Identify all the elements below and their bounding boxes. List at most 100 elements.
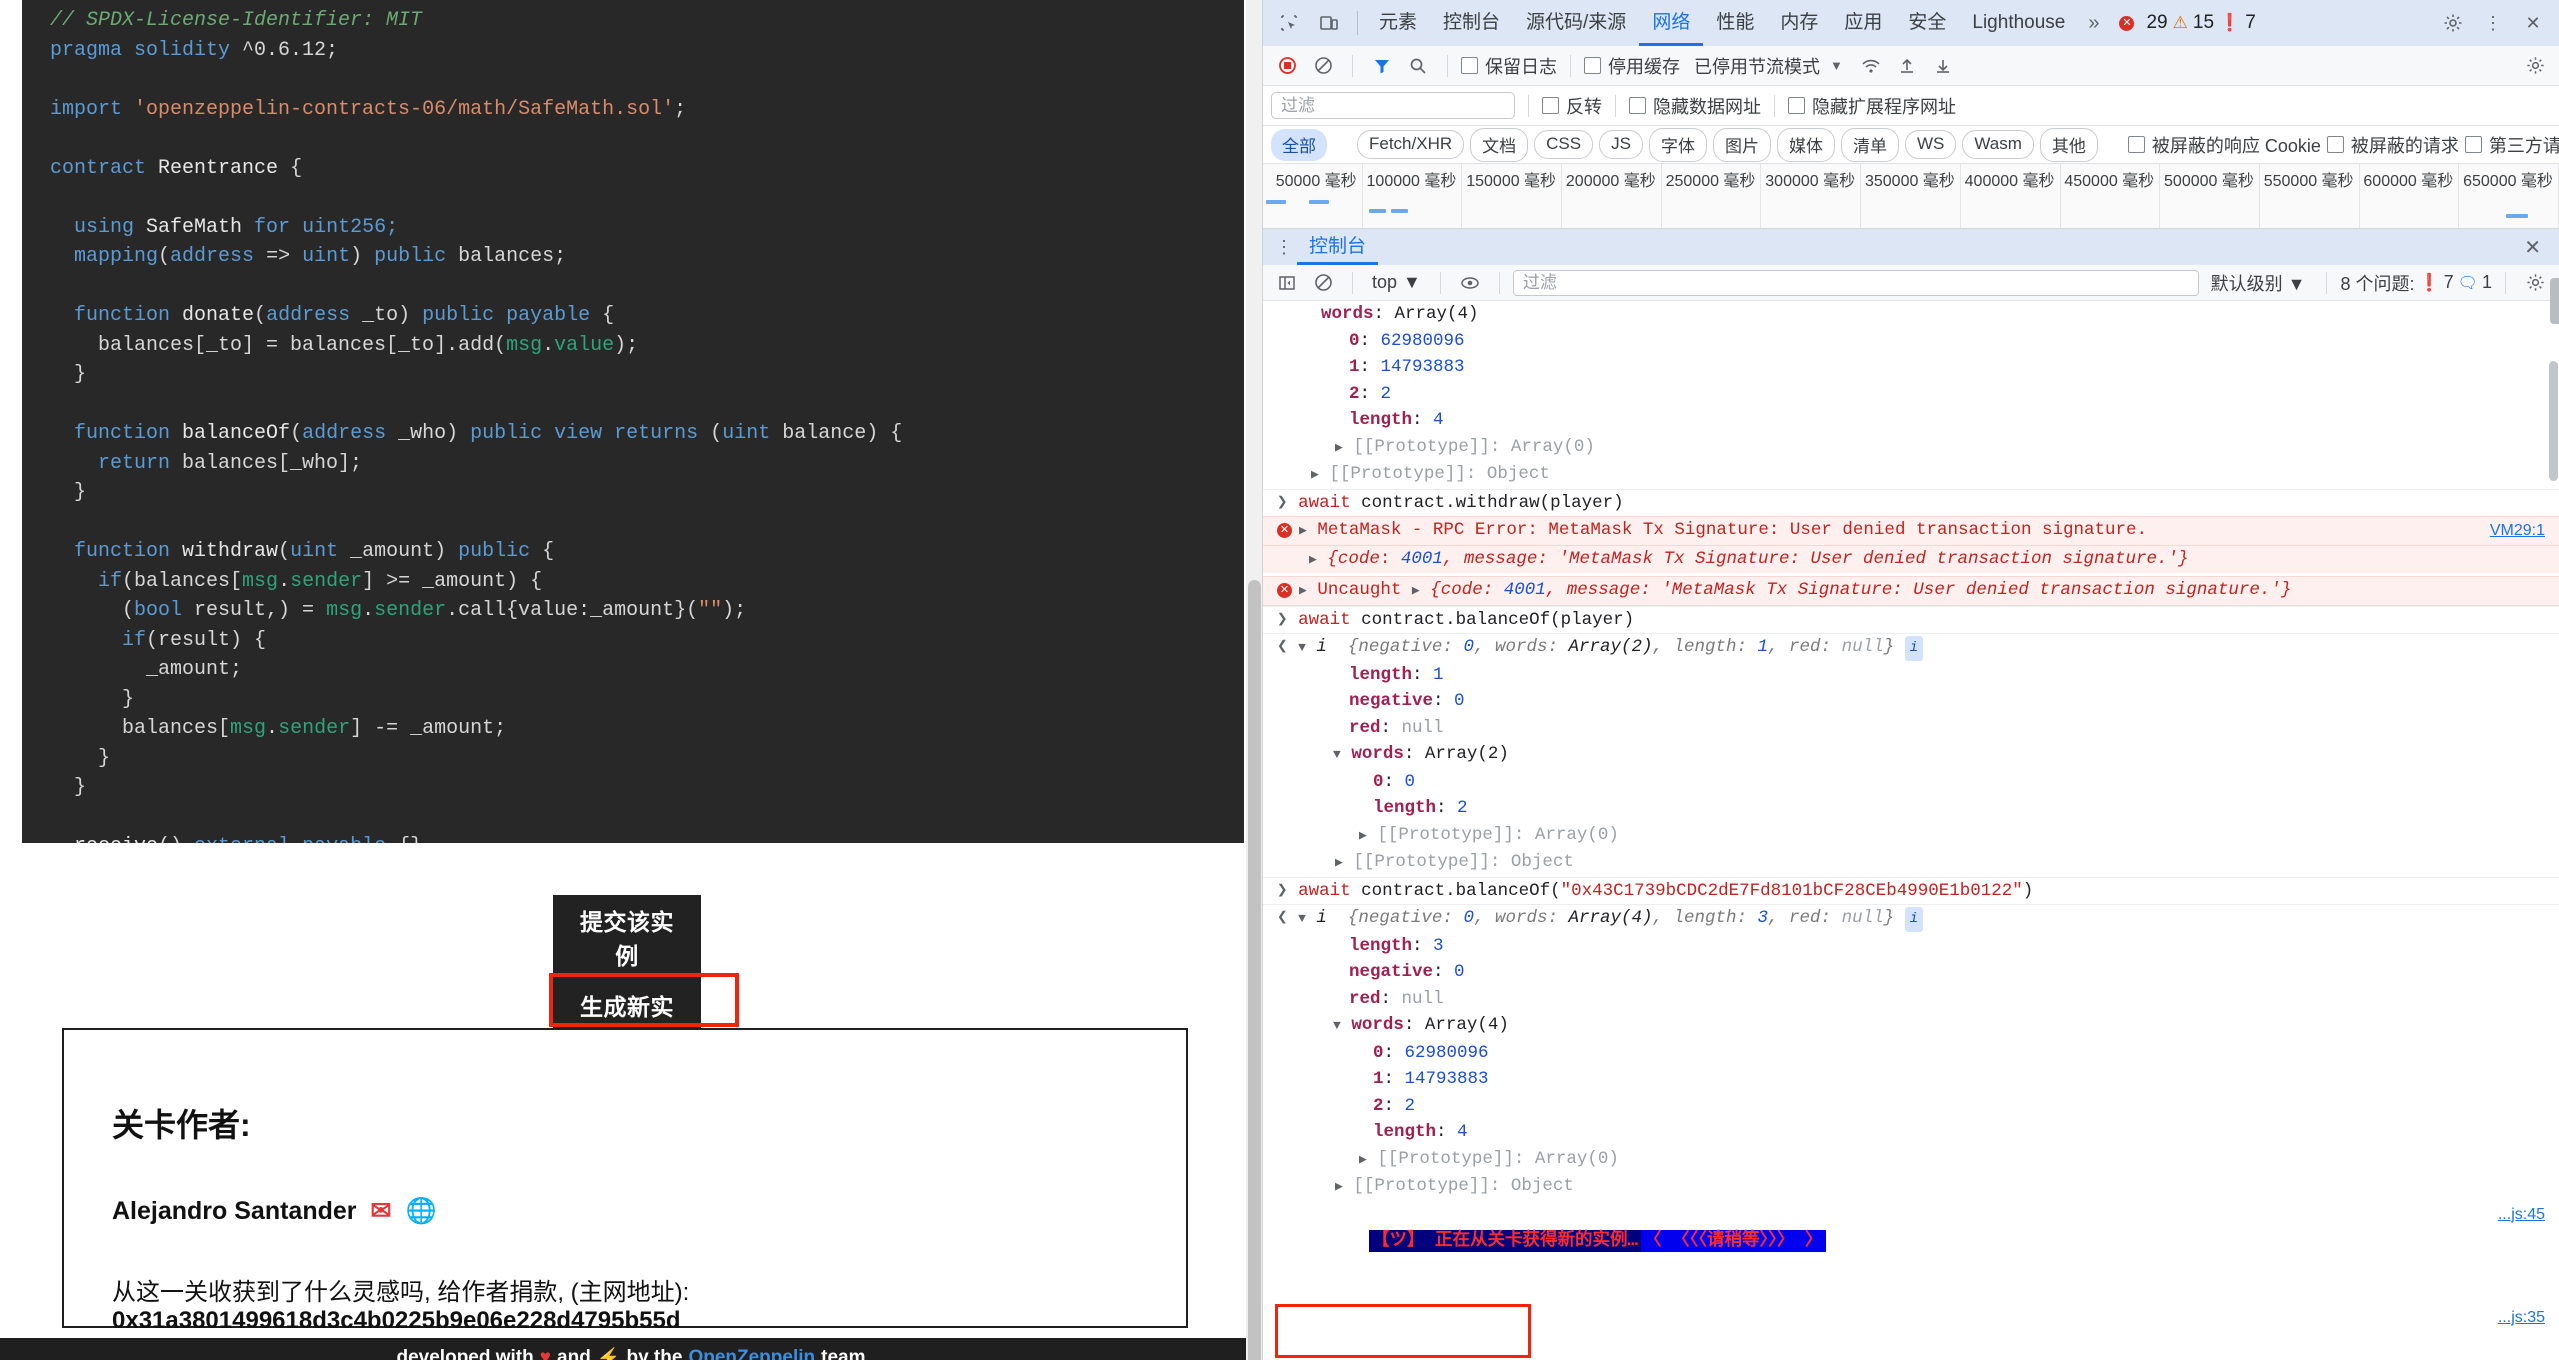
tab-performance[interactable]: 性能 bbox=[1703, 0, 1767, 46]
openzeppelin-link[interactable]: OpenZeppelin bbox=[688, 1347, 815, 1360]
info-badge-icon[interactable]: i bbox=[1904, 636, 1924, 661]
log-row[interactable]: ▶ [[Prototype]]: Array(0) bbox=[1263, 822, 2559, 850]
chevron-down-icon[interactable]: ▼ bbox=[1830, 58, 1843, 73]
type-chip-doc[interactable]: 文档 bbox=[1470, 127, 1529, 162]
more-tabs-icon[interactable]: » bbox=[2078, 12, 2109, 35]
third-party-box[interactable] bbox=[2464, 136, 2482, 153]
network-conditions-icon[interactable] bbox=[1855, 51, 1887, 81]
submit-instance-button[interactable]: 提交该实例 bbox=[553, 895, 701, 980]
sidebar-toggle-icon[interactable] bbox=[1271, 268, 1303, 298]
hide-extension-urls-checkbox[interactable]: 隐藏扩展程序网址 bbox=[1788, 93, 1956, 119]
tab-network[interactable]: 网络 bbox=[1639, 0, 1703, 46]
type-chip-other[interactable]: 其他 bbox=[2039, 127, 2098, 162]
blocked-cookies-box[interactable] bbox=[2127, 136, 2145, 153]
drawer-tab-console[interactable]: 控制台 bbox=[1297, 229, 1378, 265]
export-har-icon[interactable] bbox=[1927, 51, 1959, 81]
blocked-cookies-checkbox[interactable]: 被屏蔽的响应 Cookie bbox=[2127, 132, 2321, 158]
close-icon[interactable]: ✕ bbox=[2515, 6, 2551, 40]
drawer-more-options-icon[interactable]: ⋮ bbox=[1271, 237, 1297, 258]
tab-sources[interactable]: 源代码/来源 bbox=[1513, 0, 1639, 46]
network-settings-gear-icon[interactable] bbox=[2519, 51, 2551, 81]
log-row[interactable]: ▶ [[Prototype]]: Array(0) bbox=[1263, 434, 2559, 462]
mail-icon[interactable]: ✉ bbox=[371, 1196, 392, 1226]
type-chip-img[interactable]: 图片 bbox=[1712, 127, 1771, 162]
disable-cache-box[interactable] bbox=[1584, 57, 1601, 74]
tab-console[interactable]: 控制台 bbox=[1430, 0, 1513, 46]
search-icon[interactable] bbox=[1402, 51, 1434, 81]
record-stop-icon[interactable] bbox=[1271, 51, 1303, 81]
log-row[interactable]: ▼ words: Array(4) bbox=[1263, 1012, 2559, 1040]
throttling-label[interactable]: 已停用节流模式 bbox=[1694, 53, 1820, 79]
type-chip-css[interactable]: CSS bbox=[1534, 130, 1594, 159]
code-token: _to bbox=[362, 304, 399, 327]
log-row[interactable]: ▼ words: Array(2) bbox=[1263, 741, 2559, 769]
tab-memory[interactable]: 内存 bbox=[1767, 0, 1831, 46]
console-log-list[interactable]: words: Array(4) 0: 62980096 1: 14793883 … bbox=[1263, 301, 2559, 1360]
invert-box[interactable] bbox=[1542, 97, 1559, 114]
hide-data-urls-box[interactable] bbox=[1629, 97, 1646, 114]
type-chip-font[interactable]: 字体 bbox=[1648, 127, 1707, 162]
tab-lighthouse[interactable]: Lighthouse bbox=[1959, 0, 2078, 46]
network-timeline-overview[interactable]: 50000 毫秒 100000 毫秒 150000 毫秒 200000 毫秒 25000… bbox=[1263, 164, 2559, 229]
source-link[interactable]: VM29:1 bbox=[2490, 519, 2545, 544]
source-link[interactable]: ...js:45 bbox=[2498, 1203, 2545, 1228]
drawer-close-icon[interactable]: ✕ bbox=[2514, 235, 2551, 260]
console-settings-gear-icon[interactable] bbox=[2519, 268, 2551, 298]
log-row[interactable]: ▶ [[Prototype]]: Object bbox=[1263, 461, 2559, 489]
inspect-element-icon[interactable] bbox=[1271, 6, 1307, 40]
console-scrollbar-thumb[interactable] bbox=[2549, 361, 2558, 481]
info-badge-icon[interactable]: i bbox=[1904, 907, 1924, 932]
devtools-resize-handle[interactable] bbox=[2550, 278, 2559, 324]
type-chip-manifest[interactable]: 清单 bbox=[1840, 127, 1899, 162]
code-line: if(balances[msg.sender] >= _amount) { bbox=[50, 567, 1244, 597]
issue-counters[interactable]: ✕ 29 ⚠ 15 ❗ 7 bbox=[2119, 12, 2256, 34]
more-options-icon[interactable]: ⋮ bbox=[2475, 6, 2511, 40]
filter-icon[interactable] bbox=[1366, 51, 1398, 81]
source-link[interactable]: ...js:35 bbox=[2498, 1306, 2545, 1331]
code-token: function bbox=[50, 304, 183, 327]
console-level-selector[interactable]: 默认级别 ▼ bbox=[2203, 270, 2314, 296]
log-row[interactable]: ▶ [[Prototype]]: Object bbox=[1263, 849, 2559, 877]
blocked-requests-box[interactable] bbox=[2326, 136, 2344, 153]
log-highlight-address: ⇒ 实例地址 0xF21B3E4F778170c9445AEEE755C17Db… bbox=[1263, 1303, 2559, 1360]
import-har-icon[interactable] bbox=[1891, 51, 1923, 81]
console-scrollbar[interactable] bbox=[2547, 301, 2559, 1360]
console-context-selector[interactable]: top ▼ bbox=[1366, 272, 1427, 293]
tab-elements[interactable]: 元素 bbox=[1366, 0, 1430, 46]
gear-icon[interactable] bbox=[2435, 6, 2471, 40]
code-line: using SafeMath for uint256; bbox=[50, 213, 1244, 243]
console-filter-input[interactable] bbox=[1512, 269, 2199, 296]
preserve-log-checkbox[interactable]: 保留日志 bbox=[1461, 53, 1557, 79]
disable-cache-checkbox[interactable]: 停用缓存 bbox=[1584, 53, 1680, 79]
tab-application[interactable]: 应用 bbox=[1831, 0, 1895, 46]
type-chip-all[interactable]: 全部 bbox=[1271, 128, 1327, 161]
third-party-checkbox[interactable]: 第三方请求 bbox=[2464, 132, 2559, 158]
type-chip-wasm[interactable]: Wasm bbox=[1962, 130, 2034, 159]
type-chip-js[interactable]: JS bbox=[1599, 130, 1643, 159]
type-chip-fetch-xhr[interactable]: Fetch/XHR bbox=[1357, 130, 1465, 159]
invert-checkbox[interactable]: 反转 bbox=[1542, 93, 1602, 119]
page-scrollbar-thumb[interactable] bbox=[1248, 580, 1261, 1360]
type-chip-ws[interactable]: WS bbox=[1904, 130, 1957, 159]
code-line: (bool result,) = msg.sender.call{value:_… bbox=[50, 596, 1244, 626]
device-toolbar-icon[interactable] bbox=[1311, 6, 1347, 40]
log-row[interactable]: ▶ [[Prototype]]: Array(0) bbox=[1263, 1146, 2559, 1174]
code-token: import bbox=[50, 97, 135, 121]
log-row: words: Array(4) bbox=[1321, 304, 1479, 324]
tab-security[interactable]: 安全 bbox=[1895, 0, 1959, 46]
type-chip-media[interactable]: 媒体 bbox=[1776, 127, 1835, 162]
clear-icon[interactable] bbox=[1307, 51, 1339, 81]
code-token: address bbox=[266, 304, 363, 327]
live-expression-icon[interactable] bbox=[1454, 268, 1486, 298]
preserve-log-box[interactable] bbox=[1461, 57, 1478, 74]
blocked-requests-checkbox[interactable]: 被屏蔽的请求 bbox=[2326, 132, 2459, 158]
hide-data-urls-checkbox[interactable]: 隐藏数据网址 bbox=[1629, 93, 1761, 119]
clear-console-icon[interactable] bbox=[1307, 268, 1339, 298]
hide-extension-urls-box[interactable] bbox=[1788, 97, 1805, 114]
globe-icon[interactable]: 🌐 bbox=[405, 1197, 436, 1226]
log-row[interactable]: ▶ [[Prototype]]: Object bbox=[1263, 1173, 2559, 1201]
info-count-icon: ❗ bbox=[2219, 13, 2241, 32]
network-filter-input[interactable] bbox=[1271, 92, 1515, 119]
page-scrollbar[interactable] bbox=[1246, 0, 1262, 1360]
